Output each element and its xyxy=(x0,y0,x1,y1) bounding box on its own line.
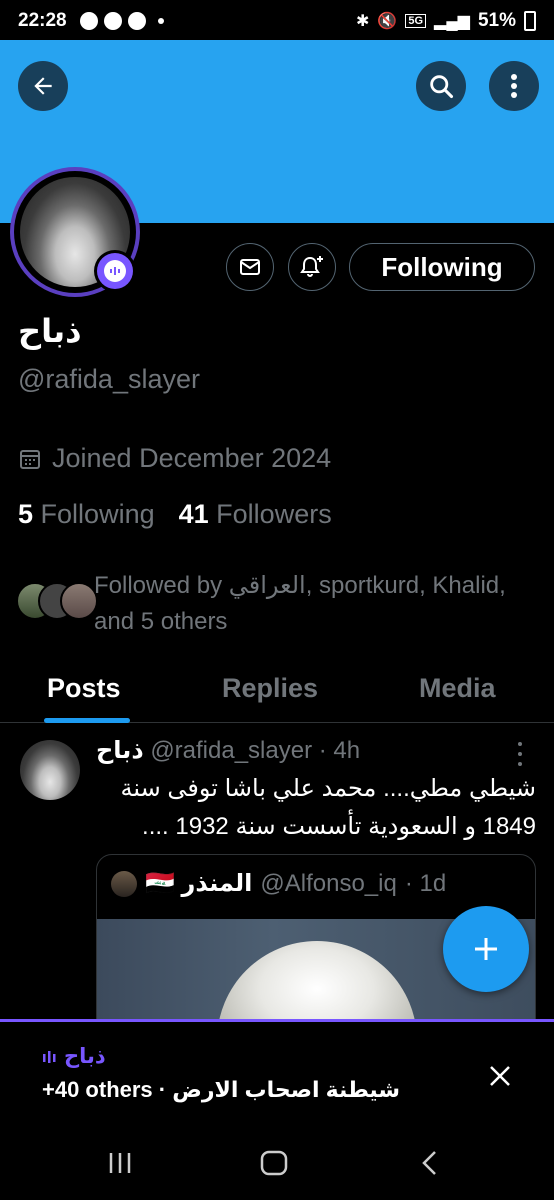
quoted-author-handle: @Alfonso_iq xyxy=(260,869,397,897)
quoted-time: · 1d xyxy=(404,869,447,897)
system-icons: ✱ 🔇 5G ▂▄▆ 51% xyxy=(356,10,536,32)
post-header: ذباح @rafida_slayer · 4h xyxy=(96,736,360,765)
active-tab-indicator xyxy=(44,718,130,723)
back-arrow-icon xyxy=(34,77,52,95)
search-button[interactable] xyxy=(416,61,466,111)
quoted-author-name: المنذر 🇮🇶 xyxy=(145,870,253,897)
following-button[interactable]: Following xyxy=(349,243,535,291)
follow-stats: 5 Following 41 Followers xyxy=(18,499,332,530)
compose-button[interactable] xyxy=(443,906,529,992)
whatsapp-icon xyxy=(80,12,98,30)
following-count: 5 xyxy=(18,499,34,529)
status-time: 22:28 xyxy=(18,10,67,31)
followers-count: 41 xyxy=(178,499,209,529)
post-author-handle: @rafida_slayer xyxy=(150,737,313,764)
tab-media[interactable]: Media xyxy=(419,673,496,704)
avatar xyxy=(60,582,98,620)
close-icon xyxy=(490,1066,510,1086)
envelope-icon xyxy=(240,259,260,275)
user-handle: @rafida_slayer xyxy=(18,364,200,394)
following-link[interactable]: 5 Following xyxy=(18,499,155,530)
recents-button[interactable] xyxy=(100,1148,140,1178)
snapchat-icon-2 xyxy=(128,12,146,30)
system-nav-bar xyxy=(0,1118,554,1200)
post-avatar[interactable] xyxy=(20,740,80,800)
display-name: ذباح xyxy=(18,313,82,349)
post-more-icon[interactable] xyxy=(516,742,524,766)
followed-by[interactable]: Followed by العراقي, sportkurd, Khalid, … xyxy=(16,568,546,638)
more-notifications-icon xyxy=(158,18,164,24)
bell-plus-icon xyxy=(300,256,323,277)
followers-label: Followers xyxy=(216,499,332,529)
following-label: Following xyxy=(40,499,155,529)
status-bar: 22:28 ✱ 🔇 5G ▂▄▆ 51% xyxy=(0,0,554,40)
back-button[interactable] xyxy=(18,61,68,111)
more-options-button[interactable] xyxy=(489,61,539,111)
mute-icon: 🔇 xyxy=(377,13,398,30)
profile-tabs: Posts Replies Media xyxy=(0,660,554,723)
tab-posts[interactable]: Posts xyxy=(47,673,121,704)
audio-bars-icon xyxy=(43,1050,56,1063)
space-host-name: ذباح xyxy=(64,1045,106,1068)
home-icon xyxy=(260,1150,288,1176)
search-icon xyxy=(430,75,454,99)
followed-by-avatars xyxy=(16,582,98,622)
space-title: +40 others · شيطنة اصحاب الارض xyxy=(42,1077,400,1103)
network-icon: 5G xyxy=(405,14,427,28)
live-space-badge[interactable] xyxy=(94,250,136,292)
message-button[interactable] xyxy=(226,243,274,291)
post-time: · 4h xyxy=(318,737,361,764)
bluetooth-icon: ✱ xyxy=(356,13,370,30)
joined-date: Joined December 2024 xyxy=(18,443,331,474)
quoted-avatar xyxy=(111,870,137,897)
plus-icon xyxy=(475,938,497,960)
signal-icon: ▂▄▆ xyxy=(434,13,470,30)
space-title-text: شيطنة اصحاب الارض xyxy=(172,1077,401,1102)
followers-link[interactable]: 41 Followers xyxy=(179,499,332,530)
tab-replies[interactable]: Replies xyxy=(222,673,318,704)
close-space-button[interactable] xyxy=(484,1060,516,1092)
space-others: +40 others · xyxy=(42,1077,167,1102)
snapchat-icon xyxy=(104,12,122,30)
home-button[interactable] xyxy=(254,1148,294,1178)
system-back-button[interactable] xyxy=(410,1148,450,1178)
post-author-name: ذباح xyxy=(96,737,144,764)
recents-icon xyxy=(109,1153,131,1173)
battery-icon xyxy=(524,11,536,31)
notification-icons xyxy=(80,12,164,30)
post-text: شيطي مطي.... محمد علي باشا توفى سنة 1849… xyxy=(120,775,536,840)
more-vertical-icon xyxy=(511,74,517,98)
battery-percent: 51% xyxy=(477,10,516,31)
notifications-button[interactable] xyxy=(288,243,336,291)
live-space-bar[interactable]: ذباح +40 others · شيطنة اصحاب الارض xyxy=(0,1019,554,1118)
space-host: ذباح xyxy=(42,1044,106,1069)
followed-by-text: Followed by العراقي, sportkurd, Khalid, … xyxy=(94,572,506,635)
quoted-post-header: المنذر 🇮🇶 @Alfonso_iq · 1d xyxy=(111,869,446,898)
joined-text: Joined December 2024 xyxy=(52,443,332,473)
microphone-icon xyxy=(104,260,126,282)
calendar-icon xyxy=(20,449,40,469)
chevron-left-icon xyxy=(422,1151,436,1175)
